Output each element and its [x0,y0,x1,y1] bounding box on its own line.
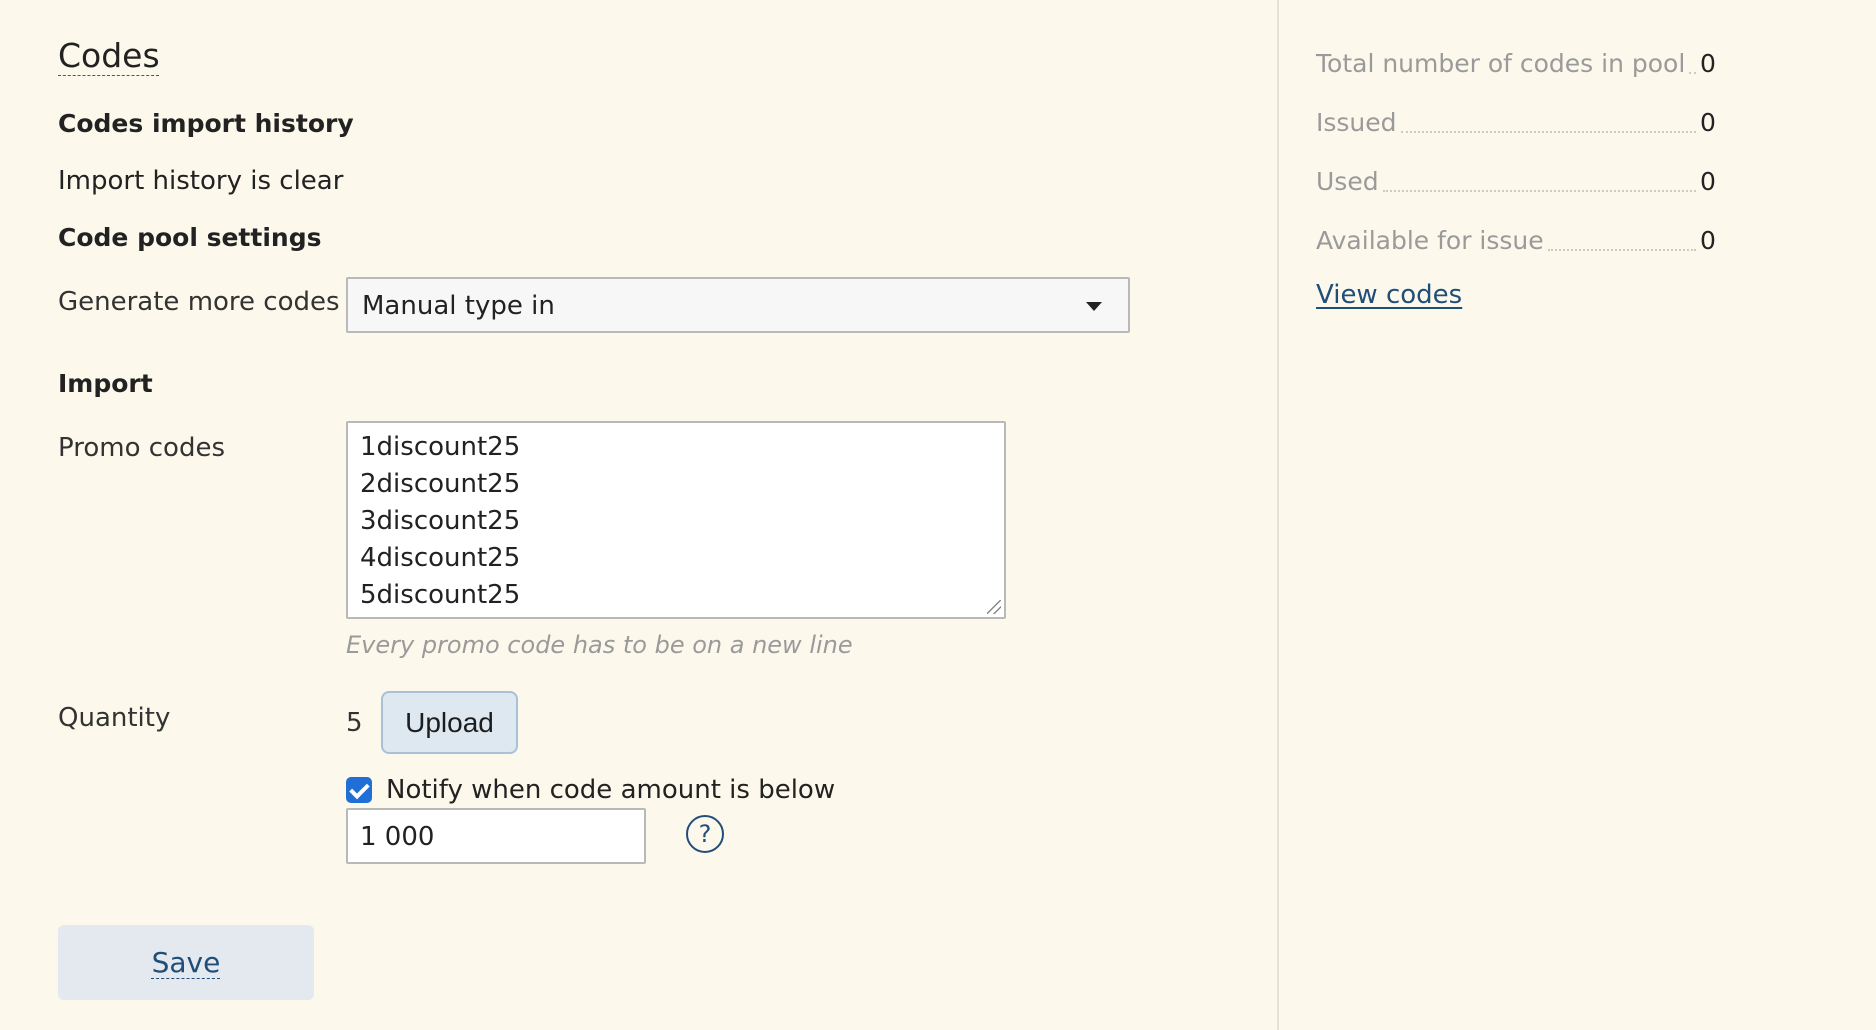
stat-leader [1382,189,1696,192]
generate-codes-selected: Manual type in [362,291,555,321]
promo-code-line: 5discount25 [360,580,521,610]
notify-threshold-value: 1 000 [360,822,435,852]
stats-sidebar: Total number of codes in pool 0 Issued 0… [1279,0,1876,1030]
save-button-label: Save [151,946,221,979]
promo-code-line: 3discount25 [360,506,521,536]
upload-button[interactable]: Upload [381,691,518,754]
stat-label: Used [1316,167,1379,196]
view-codes-link[interactable]: View codes [1316,278,1462,312]
stat-label: Issued [1316,108,1397,137]
help-icon[interactable]: ? [686,815,724,853]
generate-codes-select[interactable]: Manual type in [346,277,1130,333]
generate-codes-label: Generate more codes [58,287,340,317]
stat-value: 0 [1700,108,1716,137]
stat-label: Total number of codes in pool [1316,49,1686,78]
stat-row-used: Used 0 [1316,158,1726,198]
import-heading: Import [58,369,153,398]
promo-code-line: 2discount25 [360,469,521,499]
resize-grip-icon[interactable] [987,600,1001,614]
stat-leader [1547,248,1696,251]
promo-codes-label: Promo codes [58,433,225,463]
stat-value: 0 [1700,226,1716,255]
quantity-value: 5 [346,708,363,738]
notify-checkbox-label[interactable]: Notify when code amount is below [386,773,835,807]
notify-threshold-input[interactable]: 1 000 [346,808,646,864]
stat-value: 0 [1700,167,1716,196]
stat-leader [1689,71,1696,74]
promo-codes-textarea[interactable]: 1discount25 2discount25 3discount25 4dis… [346,421,1006,619]
chevron-down-icon [1086,302,1102,311]
promo-codes-hint: Every promo code has to be on a new line [346,631,853,659]
stat-value: 0 [1700,49,1716,78]
stat-row-issued: Issued 0 [1316,99,1726,139]
stat-label: Available for issue [1316,226,1544,255]
stat-leader [1400,130,1696,133]
import-history-heading: Codes import history [58,109,354,138]
main-panel: Codes Codes import history Import histor… [0,0,1277,1030]
stat-row-available: Available for issue 0 [1316,217,1726,257]
save-button[interactable]: Save [58,925,314,1000]
stat-row-total: Total number of codes in pool 0 [1316,40,1726,80]
page-title[interactable]: Codes [58,34,160,78]
pool-settings-heading: Code pool settings [58,223,322,252]
import-history-status: Import history is clear [58,166,344,196]
promo-code-line: 4discount25 [360,543,521,573]
quantity-label: Quantity [58,703,171,733]
promo-code-line: 1discount25 [360,432,521,462]
notify-checkbox[interactable] [346,777,372,803]
